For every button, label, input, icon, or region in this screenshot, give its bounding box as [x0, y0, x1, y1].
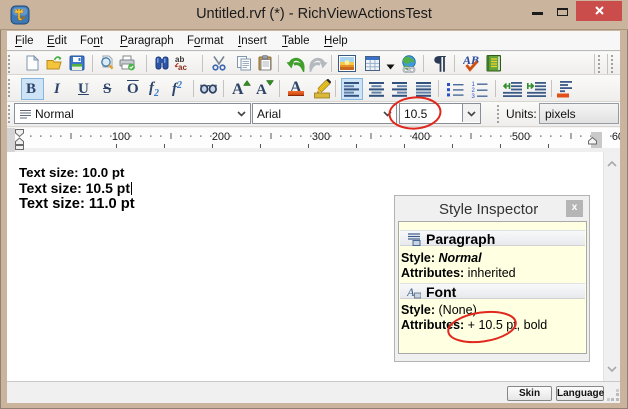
- svg-text:500: 500: [512, 131, 530, 143]
- svg-text:3: 3: [472, 94, 476, 98]
- svg-text:400: 400: [412, 131, 430, 143]
- svg-text:200: 200: [212, 131, 230, 143]
- svg-text:AB: AB: [463, 54, 479, 67]
- svg-text:ac: ac: [178, 63, 187, 71]
- svg-text:A: A: [407, 285, 415, 299]
- svg-text:100: 100: [112, 131, 130, 143]
- svg-text:600: 600: [612, 131, 620, 143]
- svg-text:300: 300: [312, 131, 330, 143]
